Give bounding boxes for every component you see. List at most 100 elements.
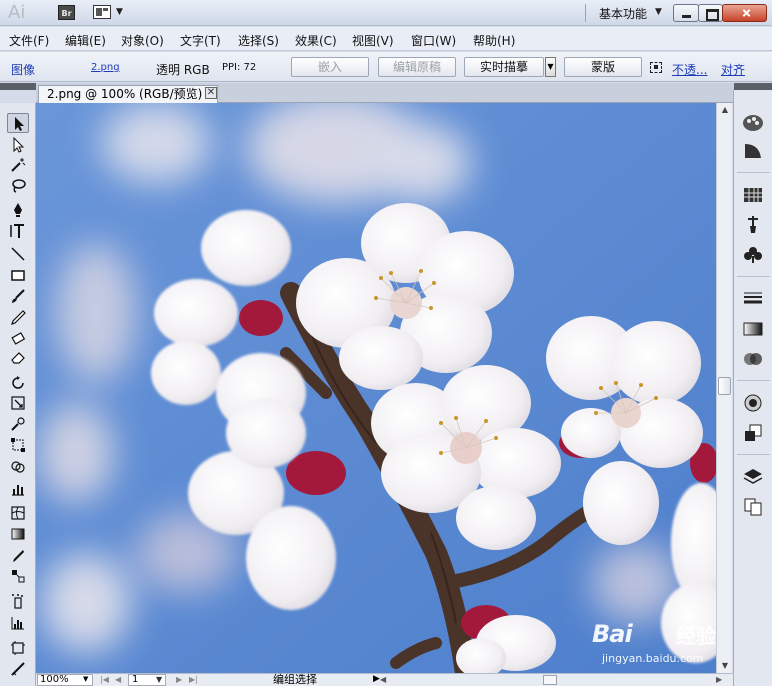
eyedropper-tool-icon[interactable] xyxy=(7,546,29,566)
slice-tool-icon[interactable] xyxy=(7,659,29,679)
panel-dock xyxy=(733,90,772,686)
appearance-panel-icon[interactable] xyxy=(741,392,765,414)
document-tab[interactable]: 2.png @ 100% (RGB/预览) xyxy=(38,85,218,104)
chevron-down-icon[interactable]: ▼ xyxy=(655,7,662,17)
blend-tool-icon[interactable] xyxy=(7,566,29,586)
vertical-scrollbar[interactable]: ▲ ▼ xyxy=(716,103,732,673)
pen-tool-icon[interactable] xyxy=(7,200,29,220)
symbols-icon[interactable] xyxy=(741,244,765,266)
menu-window[interactable]: 窗口(W) xyxy=(411,32,456,49)
tools-panel xyxy=(0,103,36,686)
status-bar: 100% ▼ |◀ ◀ 1 ▼ ▶ ▶| 编组选择 ▶ ◀ ▶ xyxy=(36,673,733,686)
menu-effect[interactable]: 效果(C) xyxy=(295,32,337,49)
scroll-up-icon[interactable]: ▲ xyxy=(717,103,733,117)
live-trace-button[interactable]: 实时描摹 xyxy=(464,57,544,77)
color-guide-icon[interactable] xyxy=(741,140,765,162)
linked-file-name[interactable]: 2.png xyxy=(91,62,120,73)
status-text[interactable]: 编组选择 xyxy=(273,674,317,686)
paintbrush-tool-icon[interactable] xyxy=(7,286,29,306)
scroll-right-icon[interactable]: ▶ xyxy=(716,675,722,684)
scroll-left-icon[interactable]: ◀ xyxy=(380,675,386,684)
menu-view[interactable]: 视图(V) xyxy=(352,32,394,49)
document-tab-bar: 2.png @ 100% (RGB/预览) xyxy=(36,83,734,104)
divider xyxy=(737,454,770,455)
last-artboard-icon[interactable]: ▶| xyxy=(189,675,198,684)
arrange-documents-icon[interactable] xyxy=(93,5,111,19)
first-artboard-icon[interactable]: |◀ xyxy=(100,675,109,684)
scroll-thumb[interactable] xyxy=(718,377,731,395)
transparency-panel-icon[interactable] xyxy=(741,348,765,370)
divider xyxy=(737,380,770,381)
object-type-link[interactable]: 图像 xyxy=(11,61,35,78)
line-segment-tool-icon[interactable] xyxy=(7,244,29,264)
type-tool-icon[interactable] xyxy=(7,221,29,241)
dock-panel-header[interactable] xyxy=(734,83,772,90)
artboard-tool-icon[interactable] xyxy=(7,638,29,658)
scale-tool-icon[interactable] xyxy=(7,393,29,413)
lasso-tool-icon[interactable] xyxy=(7,176,29,196)
layers-panel-icon[interactable] xyxy=(741,466,765,488)
mask-button[interactable]: 蒙版 xyxy=(564,57,642,77)
divider xyxy=(737,276,770,277)
live-trace-options-dropdown[interactable]: ▼ xyxy=(545,57,556,77)
menu-type[interactable]: 文字(T) xyxy=(180,32,221,49)
brushes-icon[interactable] xyxy=(741,214,765,236)
graphic-styles-icon[interactable] xyxy=(741,422,765,444)
menu-object[interactable]: 对象(O) xyxy=(121,32,164,49)
menu-select[interactable]: 选择(S) xyxy=(238,32,279,49)
bridge-button[interactable]: Br xyxy=(58,5,75,20)
mesh-tool-icon[interactable] xyxy=(7,503,29,523)
transform-icon[interactable] xyxy=(650,62,662,73)
previous-artboard-icon[interactable]: ◀ xyxy=(115,675,121,684)
gradient-panel-icon[interactable] xyxy=(741,318,765,340)
chevron-down-icon[interactable]: ▼ xyxy=(116,7,123,17)
workspace-switcher[interactable]: 基本功能 xyxy=(599,5,647,22)
color-mode-label: 透明 RGB xyxy=(156,63,210,77)
column-graph-tool-icon[interactable] xyxy=(7,613,29,633)
control-bar: 图像 2.png 透明 RGB PPI: 72 嵌入 编辑原稿 实时描摹 ▼ 蒙… xyxy=(0,52,772,82)
baidu-watermark: Bai 经验 jingyan.baidu.com xyxy=(592,608,732,668)
menu-edit[interactable]: 编辑(E) xyxy=(65,32,106,49)
selection-tool-icon[interactable] xyxy=(7,113,29,133)
placed-image[interactable] xyxy=(36,103,716,673)
tools-panel-header[interactable] xyxy=(0,83,36,90)
artboard-number: 1 xyxy=(132,674,139,685)
rotate-tool-icon[interactable] xyxy=(7,373,29,393)
magic-wand-tool-icon[interactable] xyxy=(7,155,29,175)
free-transform-tool-icon[interactable] xyxy=(7,435,29,455)
color-panel-icon[interactable] xyxy=(741,112,765,134)
ppi-label: PPI: 72 xyxy=(222,62,257,73)
embed-button[interactable]: 嵌入 xyxy=(291,57,369,77)
direct-selection-tool-icon[interactable] xyxy=(7,135,29,155)
graph-tool-icon[interactable] xyxy=(7,479,29,499)
menu-help[interactable]: 帮助(H) xyxy=(473,32,515,49)
swatches-icon[interactable] xyxy=(741,184,765,206)
eraser-tool-icon[interactable] xyxy=(7,347,29,367)
artboards-panel-icon[interactable] xyxy=(741,496,765,518)
rectangle-tool-icon[interactable] xyxy=(7,265,29,285)
illustrator-window: Ai Br ▼ 基本功能 ▼ 文件(F) 编辑(E) 对象(O) 文字(T) 选… xyxy=(0,0,772,686)
close-window-button[interactable] xyxy=(722,4,767,22)
maximize-button[interactable] xyxy=(698,4,723,22)
chevron-down-icon[interactable]: ▼ xyxy=(156,675,162,684)
watermark-url: jingyan.baidu.com xyxy=(602,652,704,665)
shape-builder-tool-icon[interactable] xyxy=(7,457,29,477)
title-bar: Ai Br ▼ 基本功能 ▼ xyxy=(0,0,772,26)
stroke-panel-icon[interactable] xyxy=(741,288,765,310)
chevron-down-icon[interactable]: ▼ xyxy=(83,675,88,683)
status-menu-icon[interactable]: ▶ xyxy=(373,674,380,684)
menu-file[interactable]: 文件(F) xyxy=(9,32,49,49)
horizontal-scroll-thumb[interactable] xyxy=(543,675,557,685)
symbol-sprayer-tool-icon[interactable] xyxy=(7,591,29,611)
gradient-tool-icon[interactable] xyxy=(7,524,29,544)
document-canvas[interactable] xyxy=(36,103,716,673)
opacity-link[interactable]: 不透... xyxy=(672,61,707,78)
warp-tool-icon[interactable] xyxy=(7,414,29,434)
minimize-button[interactable] xyxy=(673,4,699,22)
align-link[interactable]: 对齐 xyxy=(721,61,745,78)
edit-original-button[interactable]: 编辑原稿 xyxy=(378,57,456,77)
pencil-tool-icon[interactable] xyxy=(7,307,29,327)
close-tab-icon[interactable]: ✕ xyxy=(205,87,217,99)
next-artboard-icon[interactable]: ▶ xyxy=(176,675,182,684)
blob-brush-tool-icon[interactable] xyxy=(7,327,29,347)
